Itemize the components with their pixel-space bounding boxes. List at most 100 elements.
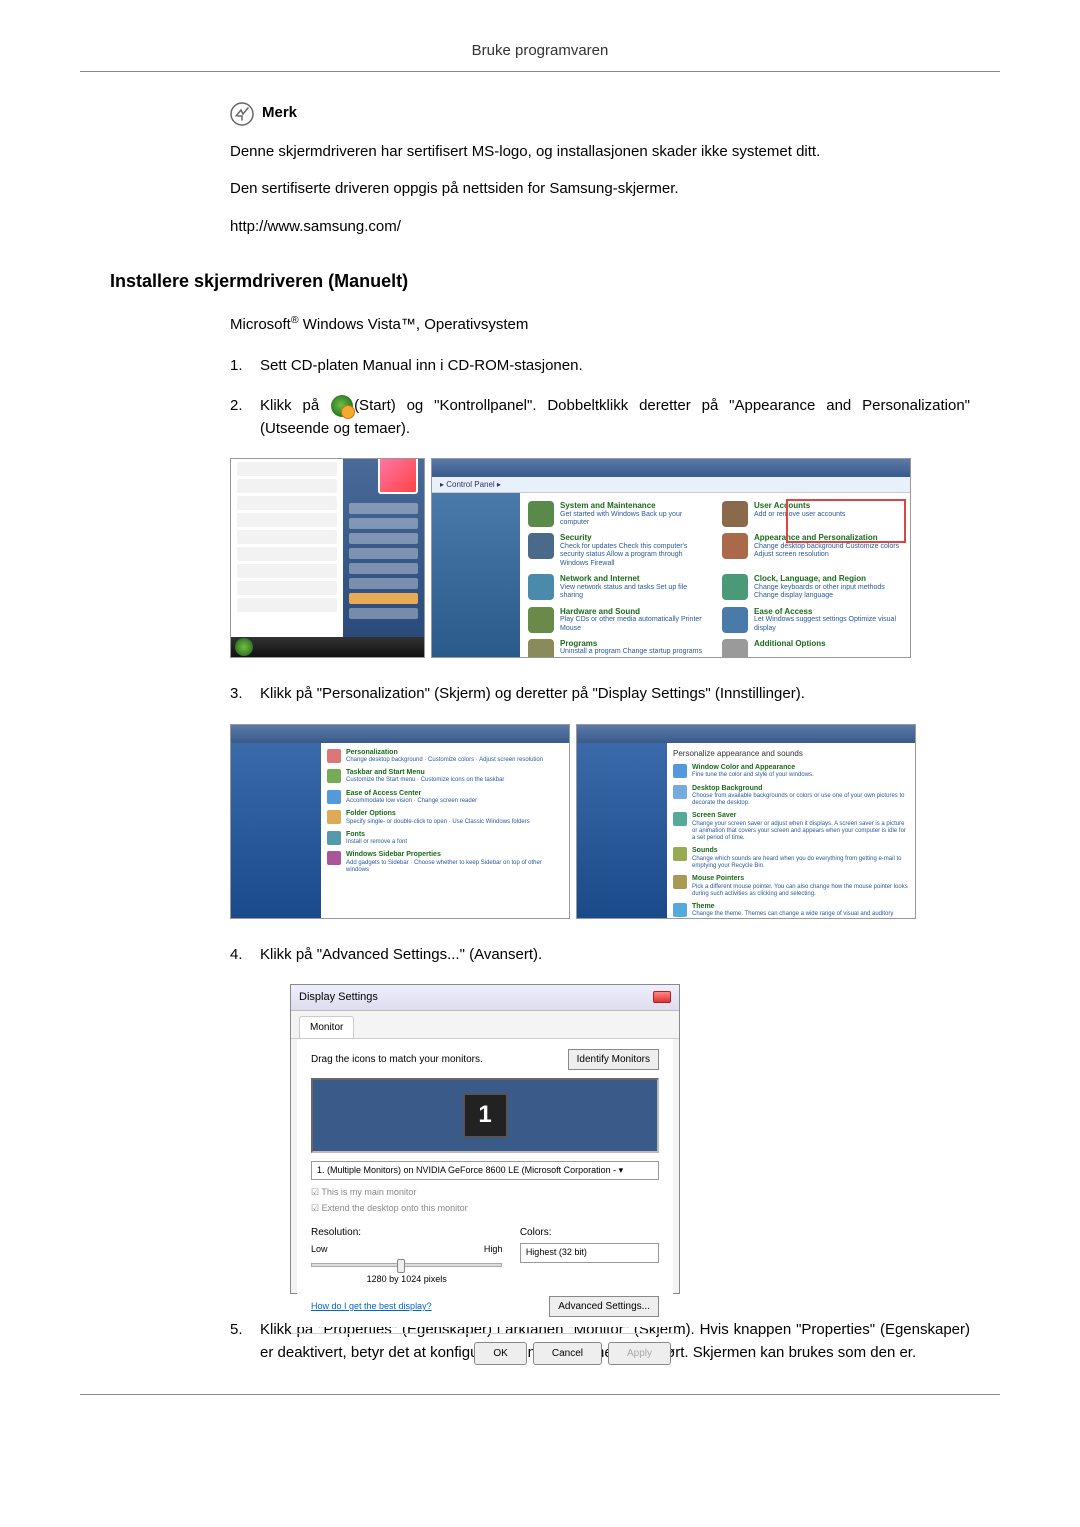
note-header: Merk xyxy=(230,102,970,126)
step-3-text: Klikk på "Personalization" (Skjerm) og d… xyxy=(260,683,970,706)
apply-button[interactable]: Apply xyxy=(608,1342,671,1365)
display-settings-tabs: Monitor xyxy=(291,1011,679,1039)
section-heading: Installere skjermdriveren (Manuelt) xyxy=(110,268,970,295)
start-menu-left-pane xyxy=(231,459,343,637)
cp-category: Additional Options xyxy=(722,639,902,658)
registered-mark: ® xyxy=(291,314,299,326)
screenshot-control-panel: ▸ Control Panel ▸ System and Maintenance… xyxy=(431,458,911,658)
screenshot-start-menu xyxy=(230,458,425,658)
control-panel-sidebar xyxy=(432,493,520,657)
step-1: 1. Sett CD-platen Manual inn i CD-ROM-st… xyxy=(230,355,970,378)
personalization-panel-left: PersonalizationChange desktop background… xyxy=(230,724,570,919)
display-settings-titlebar: Display Settings xyxy=(291,985,679,1011)
screenshot-personalization: PersonalizationChange desktop background… xyxy=(230,724,970,919)
personalization-main-2: Personalize appearance and sounds Window… xyxy=(667,743,915,918)
advanced-settings-button[interactable]: Advanced Settings... xyxy=(549,1296,659,1317)
note-icon xyxy=(230,102,254,126)
control-panel-menuitem xyxy=(349,593,418,604)
footer-rule xyxy=(80,1394,1000,1395)
display-settings-body: Drag the icons to match your monitors. I… xyxy=(297,1039,673,1328)
window-controls xyxy=(653,991,671,1003)
display-settings-desc-row: Drag the icons to match your monitors. I… xyxy=(311,1049,659,1070)
step-3-number: 3. xyxy=(230,683,260,706)
step-4-number: 4. xyxy=(230,944,260,967)
monitor-tab: Monitor xyxy=(299,1016,354,1038)
monitor-preview-area: 1 xyxy=(311,1078,659,1153)
step-5-number: 5. xyxy=(230,1319,260,1364)
step-list: 1. Sett CD-platen Manual inn i CD-ROM-st… xyxy=(230,355,970,441)
resolution-value: 1280 by 1024 pixels xyxy=(311,1273,502,1287)
note-text-1: Denne skjermdriveren har sertifisert MS-… xyxy=(230,141,970,164)
note-section: Merk Denne skjermdriveren har sertifiser… xyxy=(230,102,970,239)
start-orb-icon xyxy=(235,638,253,656)
extend-desktop-checkbox[interactable]: ☑ Extend the desktop onto this monitor xyxy=(311,1202,659,1216)
personalization-sidebar-2 xyxy=(577,743,667,918)
page-header: Bruke programvaren xyxy=(80,40,1000,72)
resolution-slider-thumb[interactable] xyxy=(397,1259,405,1273)
control-panel-breadcrumb: ▸ Control Panel ▸ xyxy=(432,477,910,493)
cp-category: Ease of AccessLet Windows suggest settin… xyxy=(722,607,902,633)
identify-monitors-button[interactable]: Identify Monitors xyxy=(568,1049,659,1070)
personalization-panel-right: Personalize appearance and sounds Window… xyxy=(576,724,916,919)
note-title: Merk xyxy=(262,102,297,125)
display-settings-buttons: OK Cancel Apply xyxy=(291,1333,679,1373)
step-2-text: Klikk på (Start) og "Kontrollpanel". Dob… xyxy=(260,395,970,440)
display-adapter-dropdown[interactable]: 1. (Multiple Monitors) on NVIDIA GeForce… xyxy=(311,1161,659,1181)
colors-dropdown[interactable]: Highest (32 bit) xyxy=(520,1243,659,1263)
display-settings-title: Display Settings xyxy=(299,989,378,1006)
step-2-pre: Klikk på xyxy=(260,397,330,414)
best-display-link[interactable]: How do I get the best display? xyxy=(311,1300,432,1314)
main-content: Merk Denne skjermdriveren har sertifiser… xyxy=(80,102,1000,1365)
control-panel-titlebar xyxy=(432,459,910,477)
cp-category: User AccountsAdd or remove user accounts xyxy=(722,501,902,527)
page-title: Bruke programvaren xyxy=(472,42,609,59)
resolution-group: Resolution: Low High 1280 by 1024 pixels xyxy=(311,1225,502,1286)
note-text-2: Den sertifiserte driveren oppgis på nett… xyxy=(230,178,970,201)
control-panel-body: System and MaintenanceGet started with W… xyxy=(520,493,910,658)
cp-category: Network and InternetView network status … xyxy=(528,574,708,600)
step-2: 2. Klikk på (Start) og "Kontrollpanel". … xyxy=(230,395,970,440)
step-list-3: 4. Klikk på "Advanced Settings..." (Avan… xyxy=(230,944,970,967)
step-1-text: Sett CD-platen Manual inn i CD-ROM-stasj… xyxy=(260,355,970,378)
user-picture-icon xyxy=(378,458,418,494)
ok-button[interactable]: OK xyxy=(474,1342,526,1365)
resolution-label: Resolution: xyxy=(311,1225,502,1240)
cp-category-appearance: Appearance and PersonalizationChange des… xyxy=(722,533,902,568)
personalization-sidebar xyxy=(231,743,321,918)
colors-group: Colors: Highest (32 bit) xyxy=(520,1225,659,1286)
step-4-text: Klikk på "Advanced Settings..." (Avanser… xyxy=(260,944,970,967)
cp-category: ProgramsUninstall a program Change start… xyxy=(528,639,708,658)
step-1-number: 1. xyxy=(230,355,260,378)
subtitle-prefix: Microsoft xyxy=(230,316,291,333)
start-menu-right-pane xyxy=(343,459,424,637)
monitor-1-icon[interactable]: 1 xyxy=(463,1093,508,1138)
cp-category: System and MaintenanceGet started with W… xyxy=(528,501,708,527)
colors-label: Colors: xyxy=(520,1225,659,1240)
resolution-colors-row: Resolution: Low High 1280 by 1024 pixels… xyxy=(311,1225,659,1286)
step-3: 3. Klikk på "Personalization" (Skjerm) o… xyxy=(230,683,970,706)
section-subtitle: Microsoft® Windows Vista™, Operativsyste… xyxy=(230,313,970,337)
step-2-number: 2. xyxy=(230,395,260,440)
screenshot-start-controlpanel: ▸ Control Panel ▸ System and Maintenance… xyxy=(230,458,970,658)
step-4: 4. Klikk på "Advanced Settings..." (Avan… xyxy=(230,944,970,967)
cancel-button[interactable]: Cancel xyxy=(533,1342,602,1365)
cp-category: Clock, Language, and RegionChange keyboa… xyxy=(722,574,902,600)
resolution-slider[interactable] xyxy=(311,1263,502,1267)
display-settings-desc: Drag the icons to match your monitors. xyxy=(311,1052,483,1067)
subtitle-mid: Windows Vista™, Operativsystem xyxy=(299,316,529,333)
taskbar xyxy=(231,637,424,657)
screenshot-display-settings: Display Settings Monitor Drag the icons … xyxy=(290,984,680,1294)
resolution-low: Low xyxy=(311,1243,328,1257)
step-list-2: 3. Klikk på "Personalization" (Skjerm) o… xyxy=(230,683,970,706)
resolution-high: High xyxy=(484,1243,503,1257)
start-button-icon xyxy=(331,395,353,417)
monitor-checks: ☑ This is my main monitor ☑ Extend the d… xyxy=(311,1186,659,1215)
cp-category: SecurityCheck for updates Check this com… xyxy=(528,533,708,568)
personalization-main: PersonalizationChange desktop background… xyxy=(321,743,569,918)
step-2-post: (Start) og "Kontrollpanel". Dobbeltklikk… xyxy=(260,397,970,437)
note-url: http://www.samsung.com/ xyxy=(230,216,970,239)
display-settings-footer: How do I get the best display? Advanced … xyxy=(311,1296,659,1317)
cp-category: Hardware and SoundPlay CDs or other medi… xyxy=(528,607,708,633)
main-monitor-checkbox[interactable]: ☑ This is my main monitor xyxy=(311,1186,659,1200)
close-icon xyxy=(653,991,671,1003)
